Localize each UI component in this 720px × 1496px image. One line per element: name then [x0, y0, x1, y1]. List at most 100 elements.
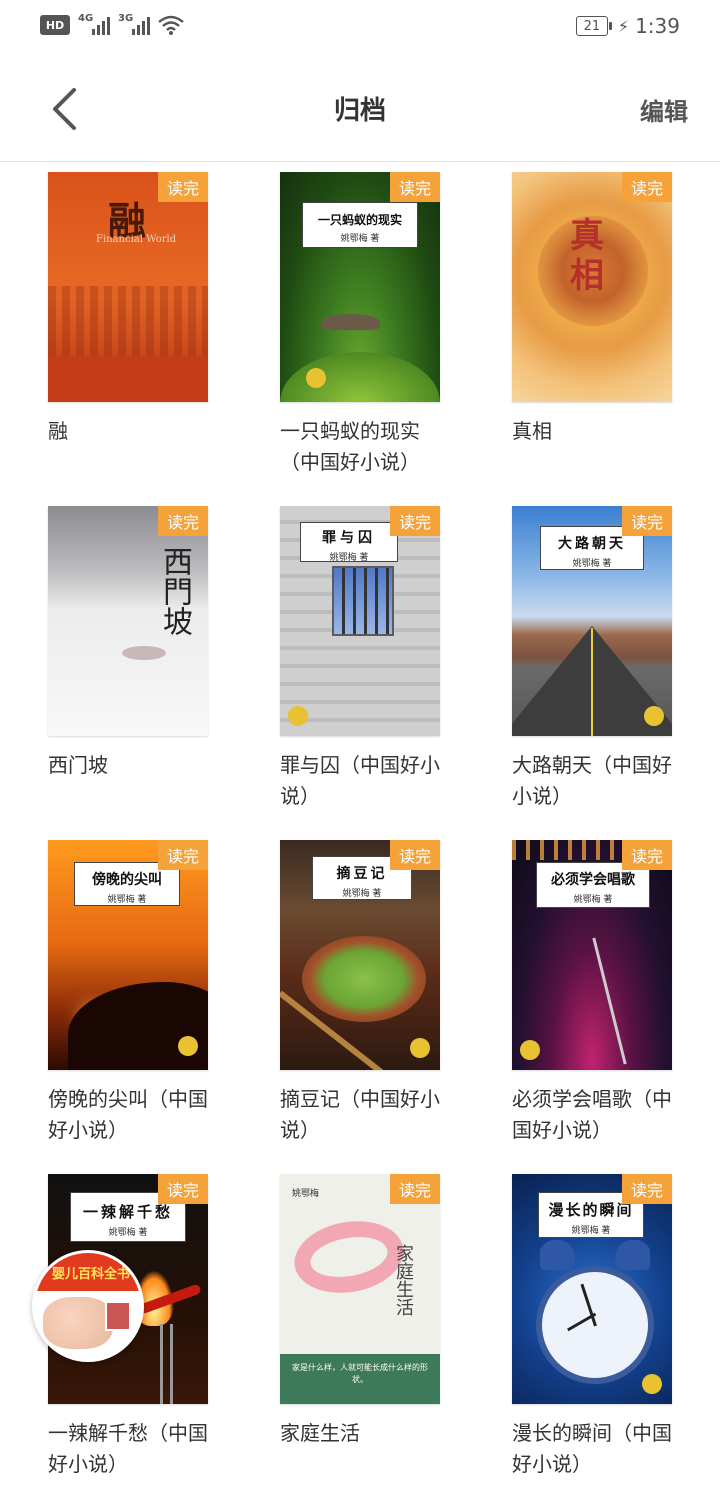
book-cover[interactable]: 融 Financial World 读完 [48, 172, 208, 402]
cover-title: 真相 [570, 216, 604, 296]
book-item[interactable]: 漫长的瞬间 姚鄂梅 著 读完 漫长的瞬间（中国好小说） [512, 1174, 682, 1480]
book-title[interactable]: 真相 [512, 416, 682, 447]
signal-icon: 3G [118, 13, 150, 35]
book-item[interactable]: 大路朝天 姚鄂梅 著 读完 大路朝天（中国好小说） [512, 506, 682, 812]
publisher-logo-icon [520, 1040, 540, 1060]
read-badge: 读完 [622, 1174, 672, 1204]
publisher-logo-icon [178, 1036, 198, 1056]
cover-title: 一只蚂蚁的现实 [317, 213, 402, 227]
read-badge: 读完 [158, 1174, 208, 1204]
cover-art [302, 936, 426, 1022]
book-cover[interactable]: 西門坡 读完 [48, 506, 208, 736]
read-badge: 读完 [622, 172, 672, 202]
book-title[interactable]: 一辣解千愁（中国好小说） [48, 1418, 218, 1480]
sim1-network-label: 4G [78, 13, 94, 24]
floating-ad-button[interactable]: 婴儿百科全书 [32, 1250, 144, 1362]
cover-band-text: 家是什么样，人就可能长成什么样的形状。 [280, 1354, 440, 1404]
cover-author: 姚鄂梅 [292, 1189, 320, 1199]
read-badge: 读完 [390, 172, 440, 202]
cover-title-box: 一只蚂蚁的现实 姚鄂梅 著 [302, 202, 418, 248]
book-cover[interactable]: 姚鄂梅 家庭生活 家是什么样，人就可能长成什么样的形状。 读完 [280, 1174, 440, 1404]
cover-author: 姚鄂梅 著 [329, 553, 369, 563]
book-cover[interactable]: 罪与囚 姚鄂梅 著 读完 [280, 506, 440, 736]
status-bar: HD 4G 3G 21 ⚡ 1:39 [0, 0, 720, 56]
read-badge: 读完 [158, 172, 208, 202]
cover-title-box: 罪与囚 姚鄂梅 著 [300, 522, 398, 563]
book-title[interactable]: 一只蚂蚁的现实（中国好小说） [280, 416, 450, 478]
status-right: 21 ⚡ 1:39 [575, 14, 680, 38]
app-header: 归档 编辑 [0, 56, 720, 162]
read-badge: 读完 [390, 840, 440, 870]
cover-art [280, 352, 440, 402]
book-item[interactable]: 西門坡 读完 西门坡 [48, 506, 218, 781]
cover-author: 姚鄂梅 著 [573, 895, 613, 905]
book-title[interactable]: 漫长的瞬间（中国好小说） [512, 1418, 682, 1480]
book-cover[interactable]: 摘豆记 姚鄂梅 著 读完 [280, 840, 440, 1070]
cover-subtitle: Financial World [96, 234, 177, 245]
book-item[interactable]: 傍晚的尖叫 姚鄂梅 著 读完 傍晚的尖叫（中国好小说） [48, 840, 218, 1146]
book-title[interactable]: 摘豆记（中国好小说） [280, 1084, 450, 1146]
microphone-icon [592, 937, 627, 1065]
cover-author: 姚鄂梅 著 [572, 559, 612, 569]
wifi-icon [158, 15, 184, 35]
cover-title: 大路朝天 [558, 536, 626, 552]
cover-title: 必须学会唱歌 [551, 872, 635, 888]
cover-author: 姚鄂梅 著 [340, 234, 380, 244]
cover-author: 姚鄂梅 著 [108, 1228, 148, 1238]
cover-art [122, 646, 166, 660]
book-item[interactable]: 摘豆记 姚鄂梅 著 读完 摘豆记（中国好小说） [280, 840, 450, 1146]
book-title[interactable]: 融 [48, 416, 218, 447]
read-badge: 读完 [158, 506, 208, 536]
read-badge: 读完 [390, 1174, 440, 1204]
book-cover[interactable]: 必须学会唱歌 姚鄂梅 著 读完 [512, 840, 672, 1070]
cover-title: 西門坡 [157, 546, 192, 636]
ad-image [43, 1297, 113, 1349]
book-item[interactable]: 一只蚂蚁的现实 姚鄂梅 著 读完 一只蚂蚁的现实（中国好小说） [280, 172, 450, 478]
sim2-network-label: 3G [118, 13, 134, 24]
cover-art [591, 628, 593, 736]
publisher-logo-icon [410, 1038, 430, 1058]
cover-art [322, 314, 380, 330]
read-badge: 读完 [158, 840, 208, 870]
book-cover[interactable]: 真相 读完 [512, 172, 672, 402]
book-title[interactable]: 家庭生活 [280, 1418, 450, 1449]
cover-art [48, 356, 208, 402]
book-item[interactable]: 姚鄂梅 家庭生活 家是什么样，人就可能长成什么样的形状。 读完 家庭生活 [280, 1174, 450, 1449]
book-cover[interactable]: 一只蚂蚁的现实 姚鄂梅 著 读完 [280, 172, 440, 402]
publisher-logo-icon [288, 706, 308, 726]
read-badge: 读完 [390, 506, 440, 536]
book-title[interactable]: 必须学会唱歌（中国好小说） [512, 1084, 682, 1146]
cover-author: 姚鄂梅 著 [342, 889, 382, 899]
book-cover[interactable]: 漫长的瞬间 姚鄂梅 著 读完 [512, 1174, 672, 1404]
cover-title: 傍晚的尖叫 [92, 872, 162, 888]
cover-author: 姚鄂梅 著 [107, 895, 147, 905]
book-item[interactable]: 罪与囚 姚鄂梅 著 读完 罪与囚（中国好小说） [280, 506, 450, 812]
cover-art [160, 1324, 163, 1404]
book-item[interactable]: 融 Financial World 读完 融 [48, 172, 218, 447]
hd-icon: HD [40, 15, 70, 35]
charging-icon: ⚡ [617, 16, 630, 36]
cover-title: 一辣解千愁 [82, 1203, 173, 1221]
cover-art [48, 286, 208, 356]
cover-title: 家庭生活 [393, 1244, 414, 1316]
read-badge: 读完 [622, 840, 672, 870]
publisher-logo-icon [306, 368, 326, 388]
status-left: HD 4G 3G [40, 13, 184, 36]
publisher-logo-icon [644, 706, 664, 726]
cover-art [332, 566, 394, 636]
publisher-logo-icon [642, 1374, 662, 1394]
book-item[interactable]: 必须学会唱歌 姚鄂梅 著 读完 必须学会唱歌（中国好小说） [512, 840, 682, 1146]
book-title[interactable]: 傍晚的尖叫（中国好小说） [48, 1084, 218, 1146]
book-item[interactable]: 真相 读完 真相 [512, 172, 682, 447]
battery-icon: 21 [575, 16, 612, 36]
page-title: 归档 [333, 96, 386, 126]
book-cover[interactable]: 大路朝天 姚鄂梅 著 读完 [512, 506, 672, 736]
book-title[interactable]: 大路朝天（中国好小说） [512, 750, 682, 812]
book-cover[interactable]: 傍晚的尖叫 姚鄂梅 著 读完 [48, 840, 208, 1070]
edit-button[interactable]: 编辑 [640, 92, 688, 127]
cover-author: 姚鄂梅 著 [571, 1226, 611, 1236]
book-title[interactable]: 罪与囚（中国好小说） [280, 750, 450, 812]
ad-text: 婴儿百科全书 [35, 1253, 141, 1291]
book-title[interactable]: 西门坡 [48, 750, 218, 781]
signal-icon: 4G [78, 13, 110, 35]
